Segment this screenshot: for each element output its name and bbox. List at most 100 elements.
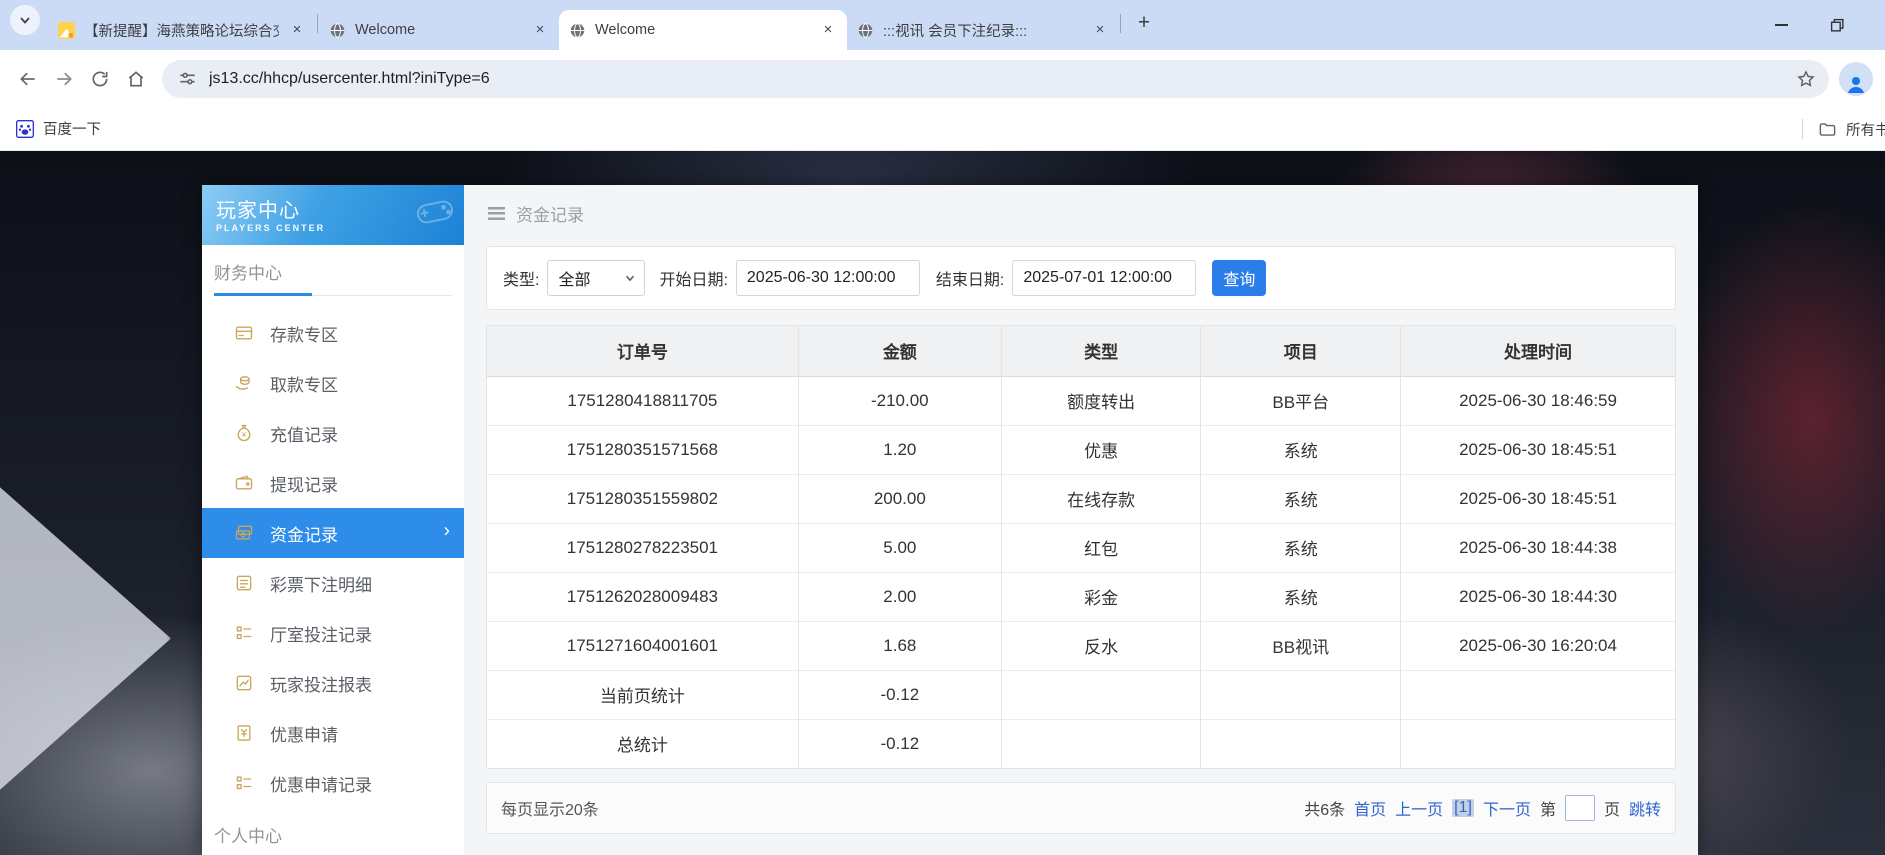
type-label: 类型: bbox=[503, 266, 539, 290]
minimize-button[interactable] bbox=[1771, 15, 1791, 35]
coupon-icon bbox=[234, 723, 254, 743]
pagination-bar: 每页显示20条 共6条 首页 上一页 [1] 下一页 第 页 跳转 bbox=[486, 782, 1676, 834]
sidebar: 玩家中心 PLAYERS CENTER 财务中心 存款专区 › 取款专区 › ¥… bbox=[202, 185, 464, 855]
type-select[interactable]: 全部 bbox=[547, 260, 645, 296]
per-page-label: 每页显示20条 bbox=[501, 796, 599, 820]
sidebar-item-coupon-8[interactable]: 优惠申请 › bbox=[202, 708, 464, 758]
doc-icon bbox=[234, 573, 254, 593]
menu-icon[interactable] bbox=[488, 207, 505, 220]
table-cell: 彩金 bbox=[1001, 572, 1201, 621]
sidebar-item-bag-2[interactable]: ¥ 充值记录 › bbox=[202, 408, 464, 458]
table-cell bbox=[1201, 719, 1401, 768]
table-cell: 系统 bbox=[1201, 425, 1401, 474]
table-cell: 系统 bbox=[1201, 523, 1401, 572]
restore-button[interactable] bbox=[1827, 15, 1847, 35]
new-tab-button[interactable]: + bbox=[1130, 9, 1158, 37]
baidu-favicon bbox=[16, 120, 34, 138]
folder-icon bbox=[1818, 120, 1837, 139]
sidebar-item-hand-1[interactable]: 取款专区 › bbox=[202, 358, 464, 408]
sidebar-item-wallet-3[interactable]: 提现记录 › bbox=[202, 458, 464, 508]
table-row: 总统计-0.12 bbox=[487, 719, 1675, 768]
wallet-icon bbox=[234, 473, 254, 493]
forum-favicon bbox=[58, 22, 75, 39]
reload-button[interactable] bbox=[82, 61, 118, 97]
tab[interactable]: :::视讯 会员下注纪录::: × bbox=[847, 10, 1119, 50]
table-cell: 2.00 bbox=[798, 572, 1001, 621]
tab[interactable]: Welcome × bbox=[319, 10, 559, 50]
back-button[interactable] bbox=[10, 61, 46, 97]
chevron-down-icon bbox=[18, 13, 32, 27]
sidebar-item-list-9[interactable]: 优惠申请记录 › bbox=[202, 758, 464, 808]
tab-strip-tabs: 【新提醒】海燕策略论坛综合交 × Welcome × Welcome × :::… bbox=[48, 0, 1164, 50]
table-cell: 系统 bbox=[1201, 474, 1401, 523]
type-select-value: 全部 bbox=[558, 266, 590, 290]
main-area: 资金记录 类型: 全部 开始日期: 结束日期: 查询 bbox=[464, 185, 1698, 855]
tab-title: 【新提醒】海燕策略论坛综合交 bbox=[84, 20, 279, 41]
prev-page-link[interactable]: 上一页 bbox=[1395, 796, 1443, 820]
table-row: 当前页统计-0.12 bbox=[487, 670, 1675, 719]
url-text[interactable]: js13.cc/hhcp/usercenter.html?iniType=6 bbox=[209, 70, 1791, 88]
sidebar-item-label: 玩家投注报表 bbox=[270, 671, 372, 696]
forward-button[interactable] bbox=[46, 61, 82, 97]
sidebar-item-label: 充值记录 bbox=[270, 421, 338, 446]
table-body: 1751280418811705-210.00额度转出BB平台2025-06-3… bbox=[487, 376, 1675, 768]
address-bar[interactable]: js13.cc/hhcp/usercenter.html?iniType=6 bbox=[162, 60, 1829, 98]
sidebar-item-label: 优惠申请记录 bbox=[270, 771, 372, 796]
sidebar-item-label: 厅室投注记录 bbox=[270, 621, 372, 646]
list-icon bbox=[234, 773, 254, 793]
tab-close-button[interactable]: × bbox=[531, 21, 549, 39]
home-button[interactable] bbox=[118, 61, 154, 97]
tab-separator bbox=[317, 14, 318, 33]
sidebar-item-chart-7[interactable]: 玩家投注报表 › bbox=[202, 658, 464, 708]
table-cell: 200.00 bbox=[798, 474, 1001, 523]
sidebar-item-card-0[interactable]: 存款专区 › bbox=[202, 308, 464, 358]
pager: 共6条 首页 上一页 [1] 下一页 第 页 跳转 bbox=[1304, 795, 1661, 821]
table-row: 17512620280094832.00彩金系统2025-06-30 18:44… bbox=[487, 572, 1675, 621]
gamepad-icon bbox=[412, 195, 458, 229]
table-cell: 5.00 bbox=[798, 523, 1001, 572]
all-bookmarks-button[interactable]: 所有书签 bbox=[1802, 107, 1885, 151]
next-page-link[interactable]: 下一页 bbox=[1483, 796, 1531, 820]
bag-icon: ¥ bbox=[234, 423, 254, 443]
sidebar-item-doc-5[interactable]: 彩票下注明细 › bbox=[202, 558, 464, 608]
cash-icon bbox=[234, 523, 254, 543]
sidebar-item-cash-4[interactable]: 资金记录 › bbox=[202, 508, 464, 558]
table-cell bbox=[1201, 670, 1401, 719]
tab-close-button[interactable]: × bbox=[288, 21, 306, 39]
tab-strip: 【新提醒】海燕策略论坛综合交 × Welcome × Welcome × :::… bbox=[0, 0, 1885, 50]
profile-avatar[interactable] bbox=[1839, 62, 1873, 96]
column-header: 订单号 bbox=[487, 326, 798, 376]
table-cell: 系统 bbox=[1201, 572, 1401, 621]
tab-separator bbox=[1120, 14, 1121, 33]
first-page-link[interactable]: 首页 bbox=[1354, 796, 1386, 820]
restore-icon bbox=[1830, 18, 1845, 33]
tab[interactable]: Welcome × bbox=[559, 10, 847, 50]
tab[interactable]: 【新提醒】海燕策略论坛综合交 × bbox=[48, 10, 316, 50]
jump-link[interactable]: 跳转 bbox=[1629, 796, 1661, 820]
tab-close-button[interactable]: × bbox=[819, 21, 837, 39]
globe-favicon bbox=[569, 22, 586, 39]
bookmark-star-button[interactable] bbox=[1791, 64, 1821, 94]
table-cell: 2025-06-30 18:44:38 bbox=[1401, 523, 1675, 572]
tab-close-button[interactable]: × bbox=[1091, 21, 1109, 39]
sidebar-item-list-6[interactable]: 厅室投注记录 › bbox=[202, 608, 464, 658]
table-cell: 1751280351559802 bbox=[487, 474, 798, 523]
list-icon bbox=[234, 623, 254, 643]
bookmark-baidu[interactable]: 百度一下 bbox=[16, 118, 101, 139]
table-cell: 红包 bbox=[1001, 523, 1201, 572]
chevron-down-icon bbox=[624, 272, 636, 284]
page-header: 资金记录 bbox=[464, 185, 1698, 241]
table-row: 17512802782235015.00红包系统2025-06-30 18:44… bbox=[487, 523, 1675, 572]
banner-title: 玩家中心 bbox=[216, 194, 464, 223]
tab-search-button[interactable] bbox=[10, 5, 40, 35]
records-table: 订单号金额类型项目处理时间 1751280418811705-210.00额度转… bbox=[486, 325, 1676, 769]
page-jump-input[interactable] bbox=[1565, 795, 1595, 821]
end-date-input[interactable] bbox=[1012, 260, 1196, 296]
home-icon bbox=[126, 69, 146, 89]
section-personal: 个人中心 bbox=[202, 808, 464, 847]
query-button[interactable]: 查询 bbox=[1212, 260, 1266, 296]
table-row: 17512803515715681.20优惠系统2025-06-30 18:45… bbox=[487, 425, 1675, 474]
sidebar-item-label: 存款专区 bbox=[270, 321, 338, 346]
table-cell: 1751280278223501 bbox=[487, 523, 798, 572]
start-date-input[interactable] bbox=[736, 260, 920, 296]
